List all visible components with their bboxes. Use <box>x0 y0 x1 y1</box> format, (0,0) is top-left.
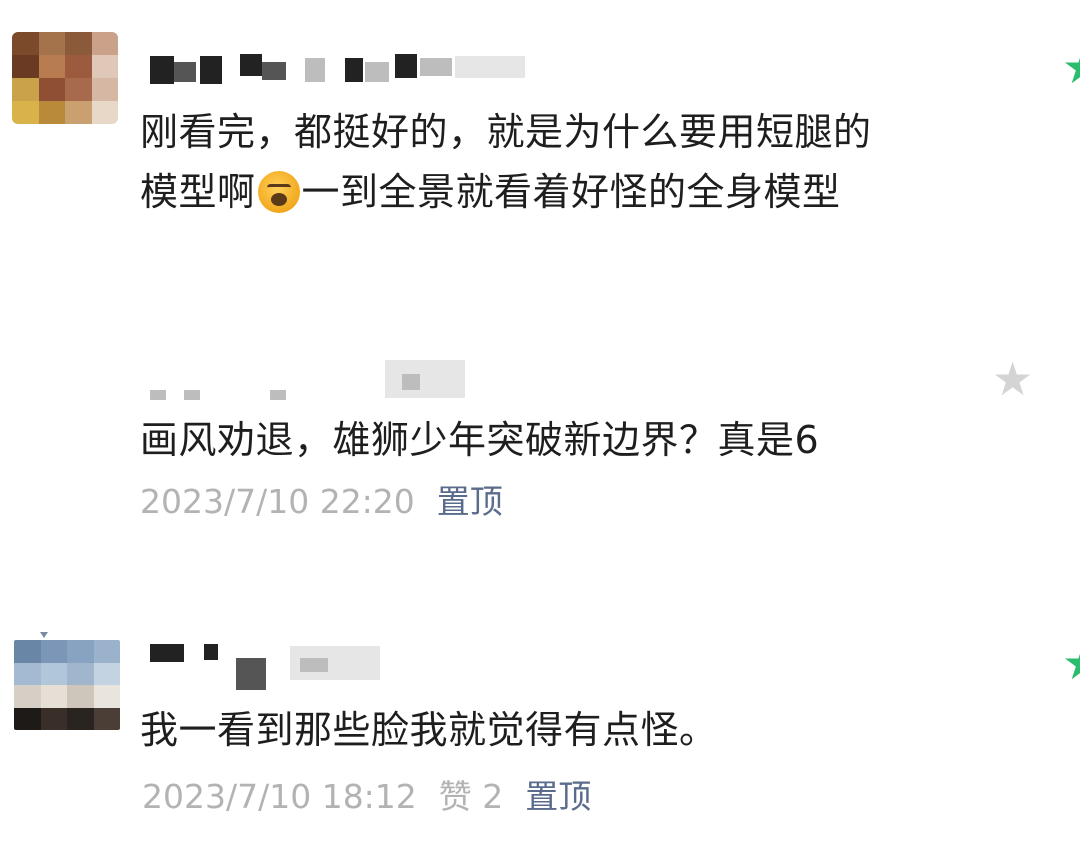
avatar-pixel <box>14 662 41 685</box>
avatar-pixel <box>38 78 65 101</box>
comment-meta: 2023/7/10 18:12 赞 2 置顶 <box>142 775 591 819</box>
comment-line: 模型啊 一到全景就看着好怪的全身模型 <box>140 162 1040 222</box>
avatar-pixel <box>38 55 65 78</box>
comment-text: 画风劝退，雄狮少年突破新边界？真是6 <box>140 418 820 462</box>
pin-button[interactable]: 置顶 <box>525 777 591 816</box>
avatar-pixel <box>12 55 39 78</box>
avatar-pixel <box>91 32 118 55</box>
avatar-pixel <box>40 662 67 685</box>
pin-button[interactable]: 置顶 <box>437 482 503 521</box>
timestamp: 2023/7/10 22:20 <box>140 482 415 521</box>
avatar-pixel <box>12 101 39 124</box>
avatar-pixel <box>91 78 118 101</box>
avatar-pixel <box>14 640 41 663</box>
avatar-pixel <box>40 640 67 663</box>
avatar-pixel <box>67 707 94 730</box>
avatar-pixel <box>91 101 118 124</box>
avatar-pixel <box>93 640 120 663</box>
avatar-pixel <box>93 707 120 730</box>
avatar-pixel <box>40 707 67 730</box>
star-icon[interactable]: ★ <box>1062 640 1080 686</box>
comment-meta: 2023/7/10 22:20 置顶 <box>140 480 503 524</box>
avatar[interactable] <box>14 640 120 730</box>
avatar-pixel <box>65 78 92 101</box>
avatar-pixel <box>65 55 92 78</box>
star-icon[interactable]: ★ <box>992 356 1033 402</box>
sleepy-sigh-emoji-icon <box>257 171 300 213</box>
avatar-pixel <box>93 662 120 685</box>
avatar-pixel <box>38 101 65 124</box>
star-icon[interactable]: ★ <box>1062 44 1080 90</box>
timestamp: 2023/7/10 18:12 <box>142 777 417 816</box>
reply-marker-icon <box>40 632 48 638</box>
avatar-pixel <box>67 662 94 685</box>
avatar-pixel <box>65 101 92 124</box>
avatar-pixel <box>14 685 41 708</box>
avatar-pixel <box>40 685 67 708</box>
avatar-pixel <box>12 78 39 101</box>
nickname-blurred[interactable] <box>150 48 530 92</box>
avatar-pixel <box>38 32 65 55</box>
comment-text: 我一看到那些脸我就觉得有点怪。 <box>140 708 718 752</box>
avatar[interactable] <box>12 32 118 124</box>
comment-text-segment: 模型啊 <box>140 170 256 214</box>
avatar-pixel <box>91 55 118 78</box>
comment-text: 刚看完，都挺好的，就是为什么要用短腿的 模型啊 一到全景就看着好怪的全身模型 <box>140 102 1040 222</box>
like-count[interactable]: 赞 2 <box>439 777 504 816</box>
nickname-blurred[interactable] <box>150 360 480 404</box>
comment-line: 刚看完，都挺好的，就是为什么要用短腿的 <box>140 110 872 154</box>
avatar-pixel <box>67 640 94 663</box>
avatar-pixel <box>14 707 41 730</box>
nickname-blurred[interactable] <box>150 640 390 690</box>
avatar-pixel <box>67 685 94 708</box>
avatar-pixel <box>12 32 39 55</box>
avatar-pixel <box>65 32 92 55</box>
comment-text-segment: 一到全景就看着好怪的全身模型 <box>301 170 841 214</box>
avatar-pixel <box>93 685 120 708</box>
